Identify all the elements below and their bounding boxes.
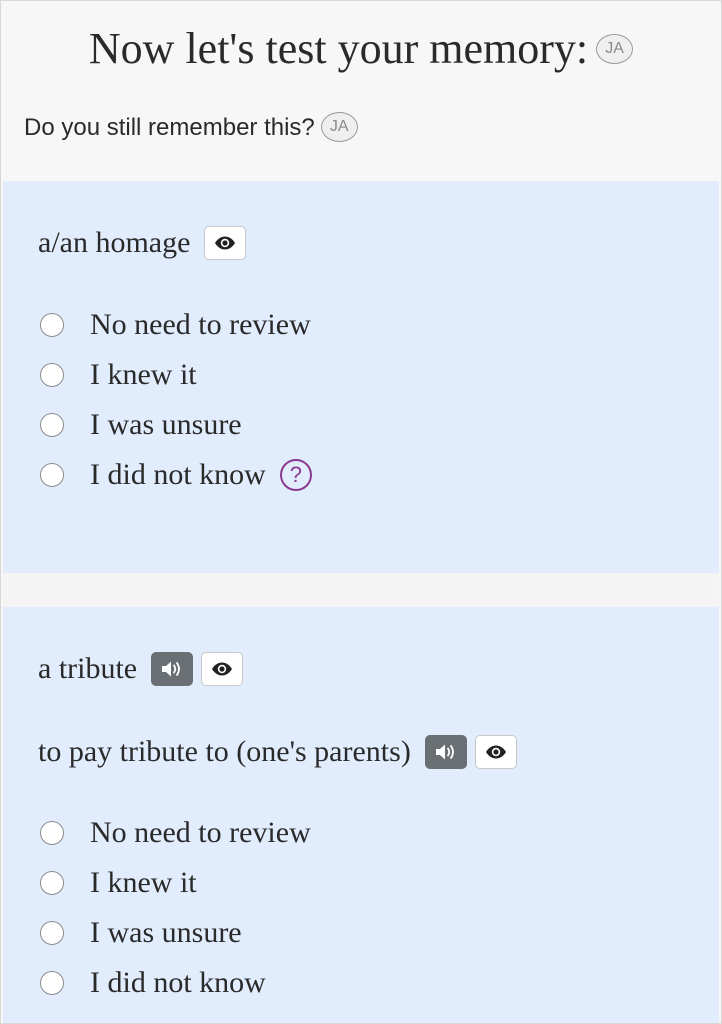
play-audio-button[interactable]	[151, 652, 194, 686]
radio-button[interactable]	[40, 921, 64, 945]
page-title-row: Now let's test your memory: JA	[0, 22, 722, 76]
reveal-button[interactable]	[201, 652, 244, 686]
option-i-did-not-know[interactable]: I did not know	[40, 963, 266, 1003]
option-label: I was unsure	[90, 408, 242, 441]
play-audio-button[interactable]	[424, 735, 467, 769]
term-text: a/an homage	[38, 226, 191, 259]
term-row: a tribute	[38, 649, 244, 689]
term-text: to pay tribute to (one's parents)	[38, 735, 411, 768]
option-label: I did not know	[90, 966, 266, 999]
eye-icon	[485, 745, 506, 759]
card-divider	[3, 573, 719, 607]
language-badge[interactable]: JA	[596, 33, 634, 64]
option-label: No need to review	[90, 816, 311, 849]
option-label: I knew it	[90, 866, 197, 899]
option-label: No need to review	[90, 308, 311, 341]
radio-button[interactable]	[40, 463, 64, 487]
option-i-was-unsure[interactable]: I was unsure	[40, 405, 242, 445]
option-no-need-to-review[interactable]: No need to review	[40, 305, 311, 345]
help-icon[interactable]: ?	[279, 459, 312, 491]
radio-button[interactable]	[40, 871, 64, 895]
term-row: to pay tribute to (one's parents)	[38, 732, 517, 772]
reveal-button[interactable]	[204, 226, 247, 260]
radio-button[interactable]	[40, 313, 64, 337]
speaker-icon	[162, 661, 181, 677]
question-card: a/an homage No need to review I knew it …	[3, 181, 719, 573]
subtitle-row: Do you still remember this? JA	[24, 110, 358, 146]
radio-button[interactable]	[40, 413, 64, 437]
option-i-was-unsure[interactable]: I was unsure	[40, 913, 242, 953]
question-card: a tribute to pay tribute to (one's paren…	[3, 607, 719, 1024]
term-row: a/an homage	[38, 223, 247, 263]
option-no-need-to-review[interactable]: No need to review	[40, 813, 311, 853]
option-label: I did not know	[90, 458, 266, 491]
option-i-did-not-know[interactable]: I did not know ?	[40, 455, 312, 495]
page-subtitle: Do you still remember this?	[24, 114, 315, 141]
eye-icon	[215, 236, 236, 250]
speaker-icon	[435, 744, 454, 760]
radio-button[interactable]	[40, 363, 64, 387]
option-label: I knew it	[90, 358, 197, 391]
option-i-knew-it[interactable]: I knew it	[40, 863, 197, 903]
page-title: Now let's test your memory:	[88, 24, 589, 73]
radio-button[interactable]	[40, 971, 64, 995]
radio-button[interactable]	[40, 821, 64, 845]
eye-icon	[212, 662, 233, 676]
header: Now let's test your memory: JA Do you sti…	[0, 0, 722, 181]
option-i-knew-it[interactable]: I knew it	[40, 355, 197, 395]
reveal-button[interactable]	[474, 735, 517, 769]
option-label: I was unsure	[90, 916, 242, 949]
subtitle-language-badge[interactable]: JA	[320, 111, 358, 142]
term-text: a tribute	[38, 652, 138, 685]
